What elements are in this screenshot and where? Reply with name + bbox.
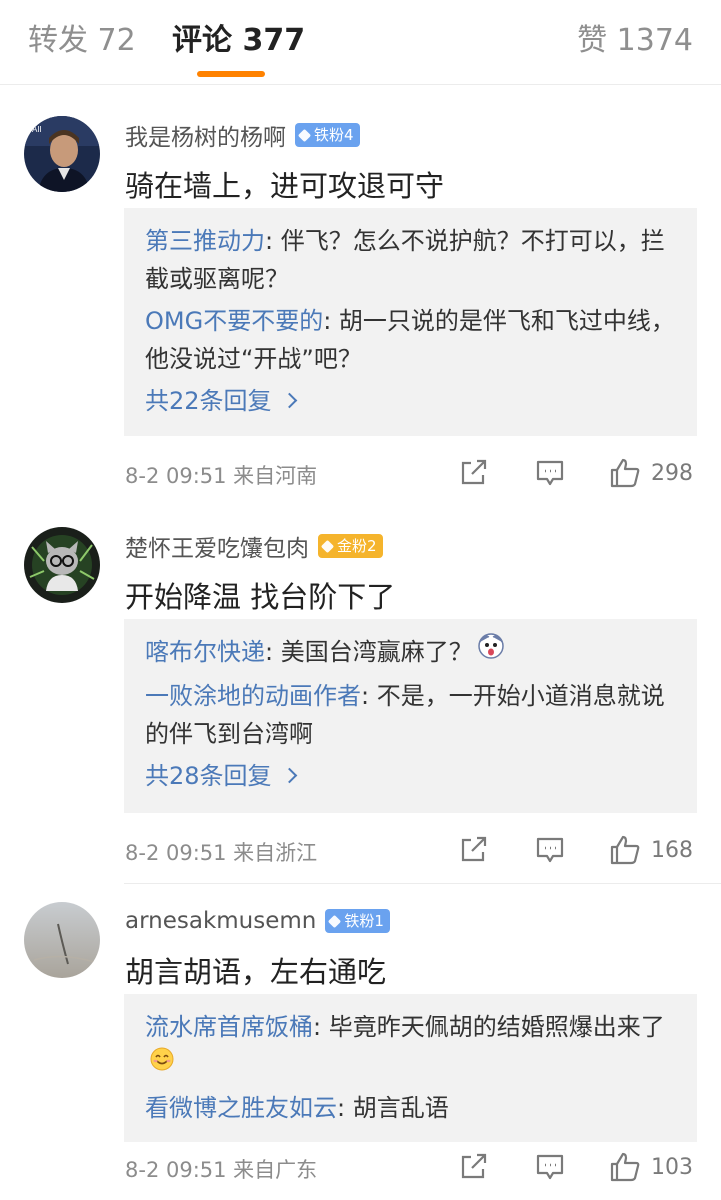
chevron-right-icon [281, 767, 297, 783]
like-button[interactable]: 168 [609, 833, 693, 867]
reply-box[interactable]: 流水席首席饭桶: 毕竟昨天佩胡的结婚照爆出来了 看微博之胜友如云: 胡言乱语 [124, 994, 697, 1142]
time-location: 8-2 09:51 来自河南 [125, 464, 318, 488]
reply-box[interactable]: 第三推动力: 伴飞？怎么不说护航？不打可以，拦截或驱离呢？ OMG不要不要的: … [124, 208, 697, 436]
avatar[interactable]: AII [24, 116, 100, 192]
like-button[interactable]: 298 [609, 456, 693, 490]
reply-button[interactable] [535, 456, 565, 490]
share-button[interactable] [459, 1150, 489, 1184]
username[interactable]: 我是杨树的杨啊 [125, 118, 286, 152]
reply-username[interactable]: 喀布尔快递 [145, 638, 265, 666]
comment-text: 骑在墙上，进可攻退可守 [125, 169, 445, 203]
reply-count-label: 共28条回复 [145, 761, 272, 790]
share-icon [461, 459, 487, 485]
reply-button[interactable] [535, 833, 565, 867]
reply-item: OMG不要不要的: 胡一只说的是伴飞和飞过中线，他没说过“开战”吧？ [145, 302, 677, 378]
fan-badge-label: 铁粉4 [314, 126, 354, 144]
fan-badge[interactable]: 铁粉4 [295, 123, 360, 147]
time-location: 8-2 09:51 来自浙江 [125, 841, 318, 865]
comment-text: 开始降温 找台阶下了 [125, 580, 396, 614]
reply-username[interactable]: 流水席首席饭桶 [145, 1013, 313, 1041]
like-count: 298 [651, 460, 693, 486]
shocked-dog-emoji-icon [477, 632, 505, 671]
view-replies-link[interactable]: 共22条回复 [145, 382, 677, 420]
reply-button[interactable] [535, 1150, 565, 1184]
tab-repost[interactable]: 转发 72 [28, 22, 136, 60]
username-row: 我是杨树的杨啊 铁粉4 [125, 118, 360, 152]
reply-box[interactable]: 喀布尔快递: 美国台湾赢麻了？ 一败涂地的动画作者: 不是，一开始小道消息就说的… [124, 619, 697, 813]
reply-item: 喀布尔快递: 美国台湾赢麻了？ [145, 632, 677, 673]
avatar[interactable] [24, 527, 100, 603]
active-tab-indicator [197, 71, 265, 77]
share-icon [461, 1153, 487, 1179]
reply-item: 流水席首席饭桶: 毕竟昨天佩胡的结婚照爆出来了 [145, 1008, 677, 1085]
reply-item: 看微博之胜友如云: 胡言乱语 [145, 1089, 677, 1127]
thumbs-up-icon [610, 835, 640, 865]
username[interactable]: arnesakmusemn [125, 908, 316, 934]
share-button[interactable] [459, 456, 489, 490]
fan-badge-label: 金粉2 [337, 537, 377, 555]
fan-badge-label: 铁粉1 [344, 912, 384, 930]
divider [124, 883, 721, 884]
comment-meta: 8-2 09:51 来自河南 298 [125, 456, 697, 490]
like-count: 168 [651, 837, 693, 863]
comment-icon [536, 460, 564, 486]
reply-text: : 毕竟昨天佩胡的结婚照爆出来了 [313, 1013, 665, 1041]
like-count: 103 [651, 1154, 693, 1180]
comment-icon [536, 1154, 564, 1180]
reply-username[interactable]: OMG不要不要的 [145, 307, 323, 335]
username[interactable]: 楚怀王爱吃馕包肉 [125, 529, 309, 563]
thumbs-up-icon [610, 458, 640, 488]
tab-bar: 转发 72 评论 377 赞 1374 [0, 0, 721, 85]
comment-meta: 8-2 09:51 来自广东 103 [125, 1150, 697, 1184]
fan-badge[interactable]: 铁粉1 [325, 909, 390, 933]
reply-text: : 美国台湾赢麻了？ [265, 638, 473, 666]
chevron-right-icon [281, 392, 297, 409]
comment-text: 胡言胡语，左右通吃 [125, 955, 387, 989]
diamond-icon [320, 539, 335, 553]
fan-badge[interactable]: 金粉2 [318, 534, 383, 558]
reply-username[interactable]: 一败涂地的动画作者 [145, 682, 361, 710]
reply-item: 一败涂地的动画作者: 不是，一开始小道消息就说的伴飞到台湾啊 [145, 677, 677, 753]
smile-emoji-icon [149, 1045, 175, 1083]
share-button[interactable] [459, 833, 489, 867]
svg-text:AII: AII [32, 125, 42, 134]
comment-meta: 8-2 09:51 来自浙江 168 [125, 833, 697, 867]
avatar[interactable] [24, 902, 100, 978]
username-row: 楚怀王爱吃馕包肉 金粉2 [125, 529, 383, 563]
time-location: 8-2 09:51 来自广东 [125, 1158, 318, 1182]
diamond-icon [328, 914, 342, 928]
share-icon [461, 836, 487, 862]
reply-text: : 胡言乱语 [337, 1094, 449, 1122]
tab-comment[interactable]: 评论 377 [172, 22, 305, 60]
comment-icon [536, 837, 564, 863]
thumbs-up-icon [610, 1152, 640, 1182]
reply-username[interactable]: 第三推动力 [145, 227, 265, 255]
username-row: arnesakmusemn 铁粉1 [125, 904, 390, 938]
reply-count-label: 共22条回复 [145, 387, 272, 415]
view-replies-link[interactable]: 共28条回复 [145, 757, 677, 795]
reply-username[interactable]: 看微博之胜友如云 [145, 1094, 337, 1122]
tab-like[interactable]: 赞 1374 [577, 22, 693, 60]
diamond-icon [297, 128, 312, 142]
reply-item: 第三推动力: 伴飞？怎么不说护航？不打可以，拦截或驱离呢？ [145, 222, 677, 298]
like-button[interactable]: 103 [609, 1150, 693, 1184]
